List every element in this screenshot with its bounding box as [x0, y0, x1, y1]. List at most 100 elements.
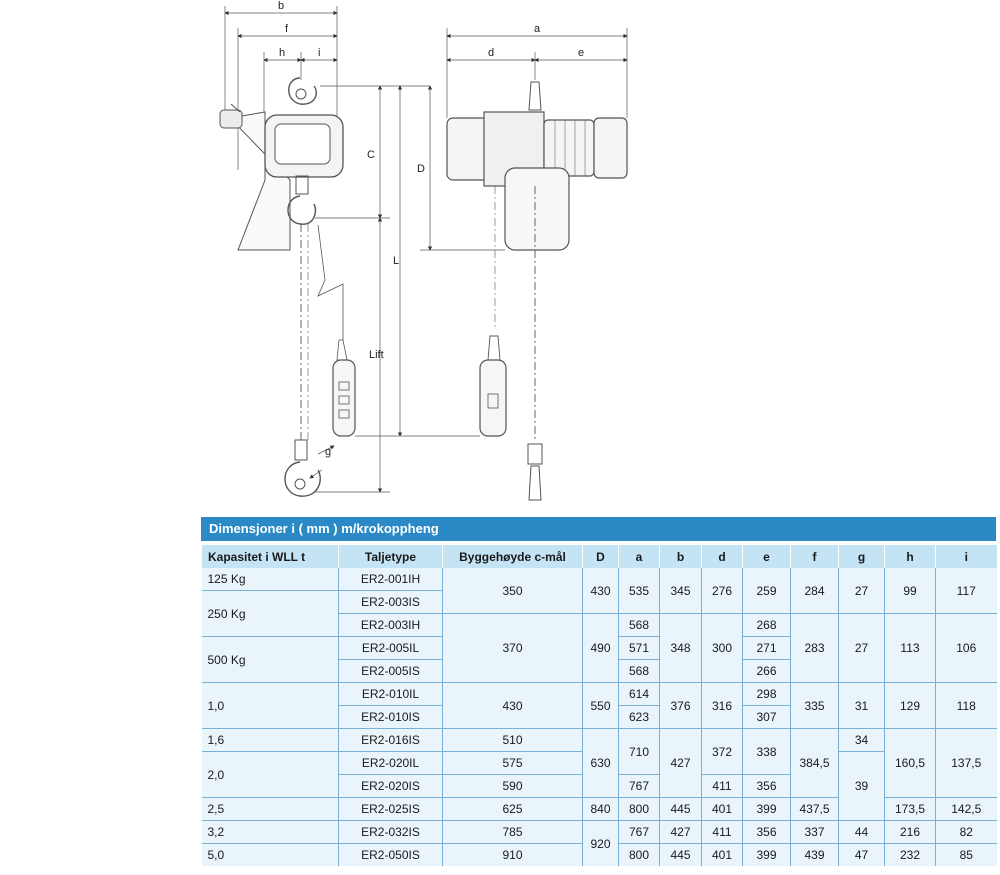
- cell-h: 216: [884, 820, 936, 844]
- cell-capacity: 2,0: [201, 751, 339, 798]
- cell-capacity: 2,5: [201, 797, 339, 821]
- cell-type: ER2-032IS: [338, 820, 443, 844]
- cell-f: 283: [790, 613, 839, 683]
- cell-e: 399: [742, 797, 791, 821]
- cell-f: 335: [790, 682, 839, 729]
- cell-height: 350: [442, 568, 583, 614]
- cell-capacity: 5,0: [201, 843, 339, 866]
- cell-D: 630: [582, 728, 619, 798]
- cell-height: 785: [442, 820, 583, 844]
- cell-type: ER2-050IS: [338, 843, 443, 866]
- cell-g: 44: [838, 820, 885, 844]
- cell-type: ER2-005IL: [338, 636, 443, 660]
- cell-e: 399: [742, 843, 791, 866]
- table-row: 1,0 ER2-010IL 430 550 614 376 316 298 33…: [201, 682, 997, 729]
- col-header-g: g: [838, 545, 885, 568]
- dim-label-f: f: [285, 23, 289, 35]
- cell-f: 437,5: [790, 797, 839, 821]
- cell-a: 614: [618, 682, 660, 706]
- cell-f: 384,5: [790, 728, 839, 798]
- cell-e: 268: [742, 613, 791, 637]
- cell-a: 710: [618, 728, 660, 775]
- col-header-i: i: [935, 545, 997, 568]
- col-header-e: e: [742, 545, 791, 568]
- cell-b: 445: [659, 843, 702, 866]
- cell-type: ER2-020IS: [338, 774, 443, 798]
- table-row: 3,2 ER2-032IS 785 920 767 427 411 356 33…: [201, 820, 997, 866]
- cell-d: 276: [701, 568, 743, 614]
- cell-capacity: 1,6: [201, 728, 339, 752]
- cell-type: ER2-005IS: [338, 659, 443, 683]
- cell-b: 348: [659, 613, 702, 683]
- cell-h: 113: [884, 613, 936, 683]
- cell-type: ER2-025IS: [338, 797, 443, 821]
- cell-a: 568: [618, 613, 660, 637]
- col-header-type: Taljetype: [338, 545, 443, 568]
- table-row: 125 Kg ER2-001IH 350 430 535 345 276 259…: [201, 568, 997, 614]
- cell-b: 445: [659, 797, 702, 821]
- cell-capacity: 125 Kg: [201, 568, 339, 591]
- cell-h: 160,5: [884, 728, 936, 798]
- dimensions-table: Kapasitet i WLL t Taljetype Byggehøyde c…: [201, 545, 997, 866]
- dim-label-C: C: [367, 149, 375, 161]
- cell-g: 31: [838, 682, 885, 729]
- cell-b: 427: [659, 820, 702, 844]
- cell-D: 840: [582, 797, 619, 821]
- dim-label-d: d: [488, 47, 494, 59]
- cell-i: 137,5: [935, 728, 997, 798]
- dim-label-h: h: [279, 47, 285, 59]
- cell-g: 34: [838, 728, 885, 752]
- cell-d: 372: [701, 728, 743, 775]
- cell-d: 411: [701, 820, 743, 844]
- cell-h: 129: [884, 682, 936, 729]
- dim-label-D: D: [417, 163, 425, 175]
- cell-a: 571: [618, 636, 660, 660]
- cell-g: 27: [838, 568, 885, 614]
- table-row: 1,6 ER2-016IS 510 630 710 427 372 338 38…: [201, 728, 997, 798]
- cell-height: 370: [442, 613, 583, 683]
- cell-a: 800: [618, 843, 660, 866]
- cell-D: 430: [582, 568, 619, 614]
- cell-a: 767: [618, 820, 660, 844]
- cell-e: 266: [742, 659, 791, 683]
- cell-d: 300: [701, 613, 743, 683]
- cell-a: 535: [618, 568, 660, 614]
- cell-a: 623: [618, 705, 660, 729]
- table-title: Dimensjoner i ( mm ) m/krokoppheng: [201, 517, 996, 541]
- cell-height: 590: [442, 774, 583, 798]
- dim-label-g: g: [325, 446, 331, 458]
- dim-label-L: L: [393, 255, 399, 267]
- cell-f: 439: [790, 843, 839, 866]
- col-header-capacity: Kapasitet i WLL t: [201, 545, 339, 568]
- cell-type: ER2-010IS: [338, 705, 443, 729]
- dim-label-i: i: [318, 47, 320, 59]
- dim-label-b: b: [278, 0, 284, 12]
- cell-type: ER2-010IL: [338, 682, 443, 706]
- cell-D: 550: [582, 682, 619, 729]
- side-view: [219, 6, 480, 497]
- table-header-row: Kapasitet i WLL t Taljetype Byggehøyde c…: [201, 545, 997, 568]
- dim-label-e: e: [578, 47, 584, 59]
- col-header-a: a: [618, 545, 660, 568]
- hoist-dimension-drawing: b f h i a d e C D L Lift g: [219, 0, 628, 501]
- col-header-b: b: [659, 545, 702, 568]
- cell-d: 411: [701, 774, 743, 798]
- dim-label-lift: Lift: [369, 349, 384, 361]
- cell-i: 85: [935, 843, 997, 866]
- cell-b: 345: [659, 568, 702, 614]
- cell-e: 271: [742, 636, 791, 660]
- cell-e: 338: [742, 728, 791, 775]
- cell-d: 401: [701, 843, 743, 866]
- cell-e: 259: [742, 568, 791, 614]
- cell-d: 401: [701, 797, 743, 821]
- cell-height: 430: [442, 682, 583, 729]
- cell-e: 307: [742, 705, 791, 729]
- cell-capacity: 1,0: [201, 682, 339, 729]
- cell-type: ER2-016IS: [338, 728, 443, 752]
- cell-height: 910: [442, 843, 583, 866]
- col-header-d: d: [701, 545, 743, 568]
- cell-f: 284: [790, 568, 839, 614]
- cell-i: 106: [935, 613, 997, 683]
- cell-height: 510: [442, 728, 583, 752]
- col-header-height: Byggehøyde c-mål: [442, 545, 583, 568]
